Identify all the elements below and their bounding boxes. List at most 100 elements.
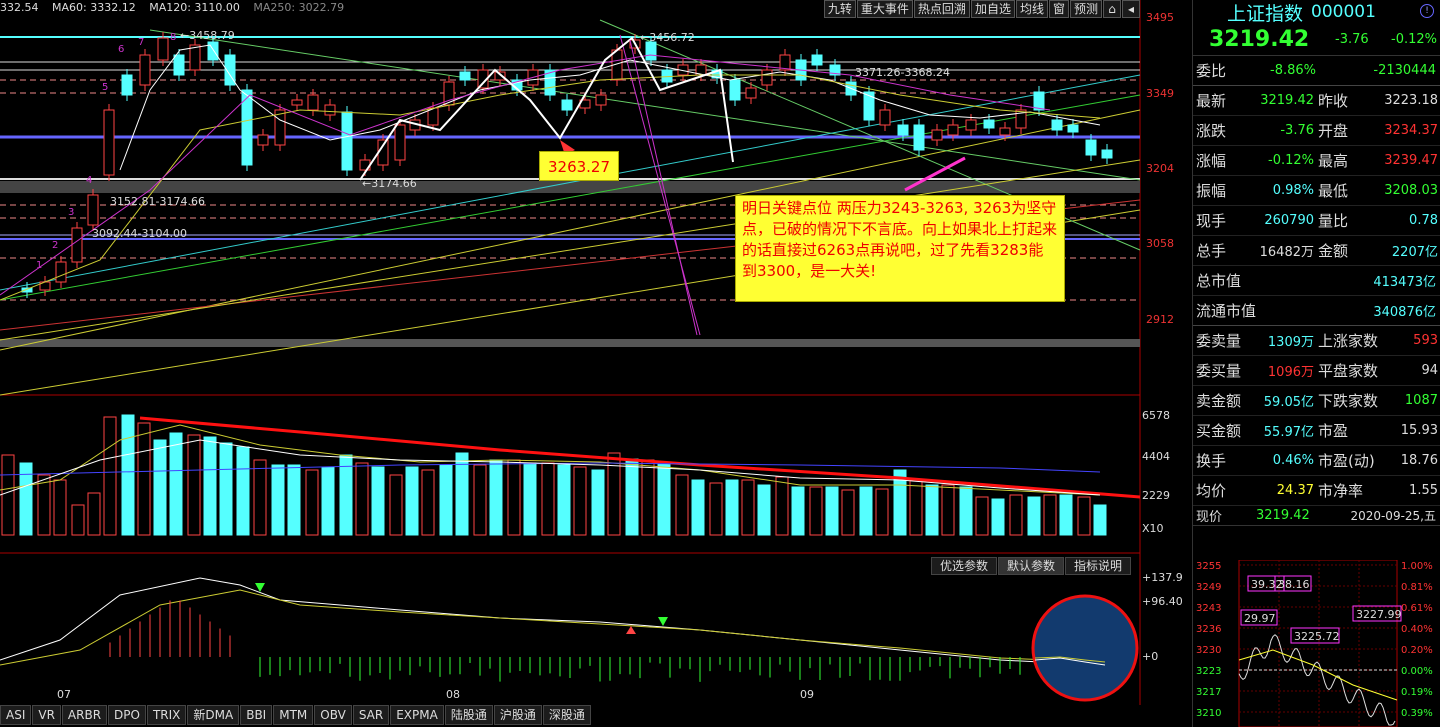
price-axis-label: 2912 <box>1146 313 1174 326</box>
hotspot-button[interactable]: 热点回溯 <box>914 0 970 18</box>
kline-svg[interactable]: ←3458.79 ←3456.72 3371.26-3368.24 3152.81-3… <box>0 0 1192 727</box>
mini-tag: 29.97 <box>1244 612 1276 625</box>
price-axis-label: 3349 <box>1146 87 1174 100</box>
quote-value: 0.78 <box>1378 213 1438 228</box>
candle <box>292 100 302 105</box>
tab-arbr[interactable]: ARBR <box>62 705 107 725</box>
volume-bar <box>776 477 788 535</box>
price-tag: 3263.27 <box>539 151 619 181</box>
tab-default-params[interactable]: 默认参数 <box>998 557 1064 575</box>
tab-sar[interactable]: SAR <box>353 705 389 725</box>
quote-value: 0.98% <box>1244 183 1314 198</box>
jiuzhuan-button[interactable]: 九转 <box>824 0 856 18</box>
cap-label: 总市值 <box>1196 270 1296 291</box>
price-change-pct: -0.12% <box>1391 32 1437 47</box>
mini-pct-label: 0.39% <box>1401 708 1433 719</box>
wave-label: 6 <box>118 44 124 55</box>
stock-code: 000001 <box>1311 2 1376 22</box>
quote-row: 涨跌 -3.76 开盘 3234.37 <box>1193 116 1440 146</box>
add-watchlist-button[interactable]: 加自选 <box>971 0 1015 18</box>
quote-row: 换手 0.46% 市盈(动) 18.76 <box>1193 446 1440 476</box>
quote-label: 金额 <box>1318 240 1378 261</box>
volume-bar <box>642 460 654 535</box>
intraday-minichart[interactable]: 3255 1.00% 3249 0.81% 3243 0.61% 3236 0.40% 3230… <box>1193 560 1440 727</box>
volume-bar <box>626 459 638 535</box>
quote-value: 2207亿 <box>1378 241 1438 260</box>
mini-pct-label: 0.00% <box>1401 666 1433 677</box>
candle <box>932 130 942 140</box>
cap-value: 340876亿 <box>1296 301 1436 320</box>
volume-axis-label: 4404 <box>1142 450 1170 463</box>
quote-panel: 上证指数 000001 ! 3219.42 -3.76 -0.12% 委比 -8… <box>1192 0 1440 727</box>
quote-row: 涨幅 -0.12% 最高 3239.47 <box>1193 146 1440 176</box>
tab-shengutong[interactable]: 深股通 <box>543 705 591 725</box>
volume-bar <box>976 497 988 535</box>
volume-bar <box>372 467 384 535</box>
tab-vr[interactable]: VR <box>32 705 61 725</box>
volume-bar <box>742 480 754 535</box>
tab-expma[interactable]: EXPMA <box>390 705 444 725</box>
volume-bar <box>288 465 300 535</box>
quote-value: 593 <box>1378 333 1438 348</box>
mini-price-label: 3230 <box>1196 645 1221 656</box>
candle <box>1102 150 1112 158</box>
wave-label: 3 <box>68 207 74 218</box>
indicator-tabs: ASI VR ARBR DPO TRIX 新DMA BBI MTM OBV SA… <box>0 705 592 727</box>
mini-pct-label: 0.61% <box>1401 603 1433 614</box>
mini-pct-label: 0.20% <box>1401 645 1433 656</box>
ma250-value: MA250: 3022.79 <box>253 1 344 14</box>
volume-bar <box>356 463 368 535</box>
ma-button[interactable]: 均线 <box>1016 0 1048 18</box>
quote-label: 委买量 <box>1196 360 1244 381</box>
volume-bar <box>676 475 688 535</box>
candle <box>762 70 772 85</box>
tab-preferred-params[interactable]: 优选参数 <box>931 557 997 575</box>
tab-mtm[interactable]: MTM <box>273 705 313 725</box>
tab-indicator-help[interactable]: 指标说明 <box>1065 557 1131 575</box>
volume-bar <box>826 487 838 535</box>
lock-icon[interactable]: ⌂ <box>1103 0 1121 18</box>
annotation-note[interactable]: 明日关键点位 两压力3243-3263, 3263为坚守点，已破的情况下不言底。… <box>735 195 1065 302</box>
candle <box>864 92 874 120</box>
quote-row: 总手 16482万 金额 2207亿 <box>1193 236 1440 266</box>
alert-icon[interactable]: ! <box>1420 4 1434 18</box>
signal-arrow <box>255 583 265 592</box>
range-label: 3092.44-3104.00 <box>92 227 187 240</box>
wave-label: 8 <box>170 32 176 43</box>
candle <box>1052 120 1062 130</box>
tab-bbi[interactable]: BBI <box>240 705 272 725</box>
tab-hugutong[interactable]: 沪股通 <box>494 705 542 725</box>
volume-bar <box>322 467 334 535</box>
window-button[interactable]: 窗 <box>1049 0 1069 18</box>
candle <box>460 72 470 80</box>
gray-band <box>0 339 1140 347</box>
major-events-button[interactable]: 重大事件 <box>857 0 913 18</box>
kline-chart-area[interactable]: ←3458.79 ←3456.72 3371.26-3368.24 3152.81-3… <box>0 0 1192 727</box>
tab-obv[interactable]: OBV <box>314 705 352 725</box>
close-icon[interactable]: ◂ <box>1122 0 1140 18</box>
quote-value: 0.46% <box>1244 453 1314 468</box>
tab-dpo[interactable]: DPO <box>108 705 146 725</box>
volume-bar <box>1060 495 1072 535</box>
quote-value: 94 <box>1378 363 1438 378</box>
tab-lugutong[interactable]: 陆股通 <box>445 705 493 725</box>
wave-label: 1 <box>36 260 42 271</box>
mini-price-label: 3255 <box>1196 561 1221 572</box>
macd-axis-label: +96.40 <box>1142 595 1183 608</box>
volume-bar <box>992 499 1004 535</box>
quote-label: 市盈 <box>1318 420 1378 441</box>
forecast-button[interactable]: 预测 <box>1070 0 1102 18</box>
quote-row: 卖金额 59.05亿 下跌家数 1087 <box>1193 386 1440 416</box>
low-label: ←3174.66 <box>362 177 417 190</box>
tab-trix[interactable]: TRIX <box>147 705 186 725</box>
volume-bar <box>237 447 249 535</box>
tab-asi[interactable]: ASI <box>0 705 31 725</box>
volume-bar <box>1010 495 1022 535</box>
volume-bar <box>474 465 486 535</box>
volume-bar <box>406 467 418 535</box>
candle <box>325 105 335 115</box>
tab-new-dma[interactable]: 新DMA <box>187 705 239 725</box>
quote-label: 最低 <box>1318 180 1378 201</box>
high-label: ←3456.72 <box>640 31 695 44</box>
volume-bar <box>188 435 200 535</box>
